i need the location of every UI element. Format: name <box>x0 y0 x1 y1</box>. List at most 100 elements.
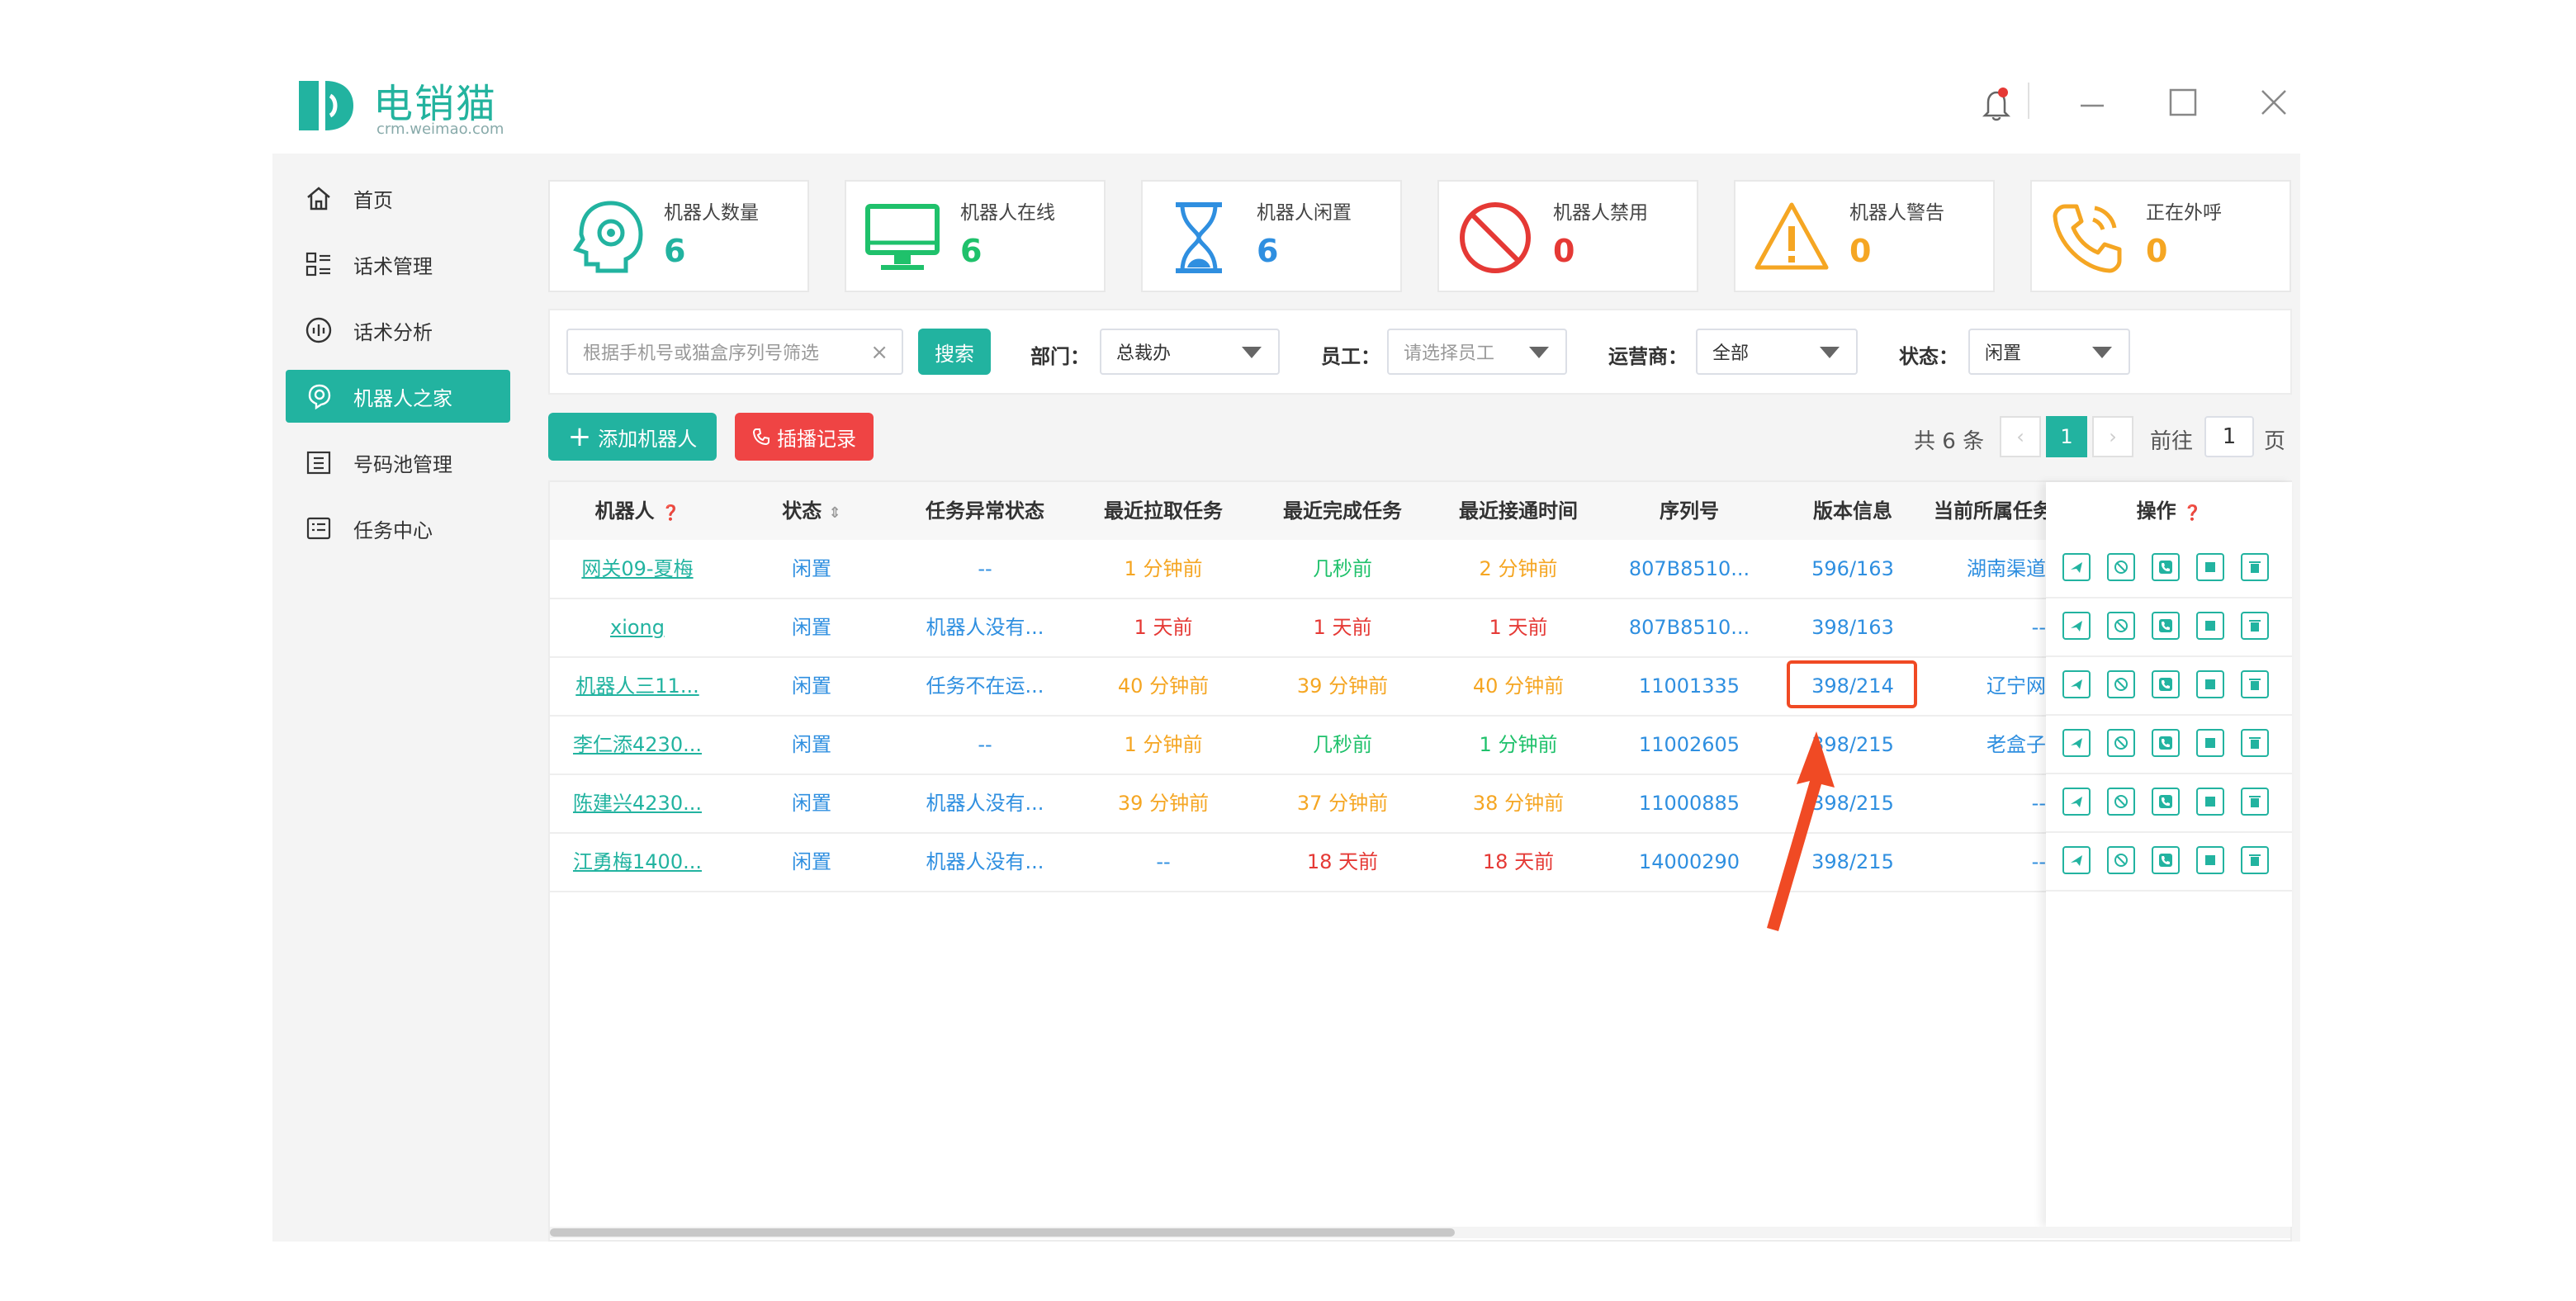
sort-icon[interactable]: ⇕ <box>829 504 841 522</box>
header-status[interactable]: 状态 ⇕ <box>725 482 898 540</box>
stop-icon[interactable] <box>2196 846 2224 874</box>
send-icon[interactable] <box>2062 788 2091 816</box>
cell-serial: 11002605 <box>1638 733 1740 756</box>
header-last-connect: 最近接通时间 <box>1459 499 1578 523</box>
stat-value: 6 <box>664 233 686 269</box>
delete-icon[interactable] <box>2241 612 2269 640</box>
header-label: 状态 <box>782 499 822 523</box>
staff-select[interactable]: 请选择员工 <box>1387 329 1567 375</box>
send-icon[interactable] <box>2062 612 2091 640</box>
header-last-done: 最近完成任务 <box>1283 499 1402 523</box>
maximize-icon[interactable] <box>2166 86 2200 119</box>
stat-label: 机器人禁用 <box>1553 202 1648 224</box>
number-pool-icon <box>302 446 335 479</box>
cell-last-done: 几秒前 <box>1313 733 1372 756</box>
cell-robot[interactable]: 江勇梅1400... <box>550 833 725 891</box>
sidebar: 首页 话术管理 话术分析 机器人之家 号码池管理 任务中心 <box>272 154 523 1242</box>
call-icon[interactable] <box>2152 729 2180 757</box>
delete-icon[interactable] <box>2241 670 2269 698</box>
stop-icon[interactable] <box>2196 612 2224 640</box>
clear-search-icon[interactable]: × <box>870 340 888 365</box>
stat-label: 机器人数量 <box>664 202 759 224</box>
delete-icon[interactable] <box>2241 553 2269 581</box>
sidebar-item-robot-home[interactable]: 机器人之家 <box>286 370 510 423</box>
cell-robot[interactable]: 李仁添4230... <box>550 716 725 774</box>
call-icon[interactable] <box>2152 612 2180 640</box>
robot-home-icon <box>302 380 335 413</box>
cell-last-pull: 39 分钟前 <box>1117 792 1210 815</box>
sidebar-item-script-analysis[interactable]: 话术分析 <box>286 304 510 357</box>
status-label: 状态： <box>1899 345 1958 368</box>
carrier-select[interactable]: 全部 <box>1696 329 1858 375</box>
disable-icon[interactable] <box>2107 553 2135 581</box>
call-record-label: 插播记录 <box>777 427 856 451</box>
send-icon[interactable] <box>2062 846 2091 874</box>
cell-serial: 11001335 <box>1638 674 1740 698</box>
page-suffix: 页 <box>2264 429 2286 454</box>
stop-icon[interactable] <box>2196 729 2224 757</box>
cell-last-pull: 1 分钟前 <box>1124 557 1203 580</box>
dept-select[interactable]: 总裁办 <box>1100 329 1280 375</box>
search-input[interactable]: 根据手机号或猫盒序列号筛选 × <box>566 329 903 375</box>
send-icon[interactable] <box>2062 729 2091 757</box>
send-icon[interactable] <box>2062 553 2091 581</box>
sidebar-item-label: 话术管理 <box>353 254 433 278</box>
cell-robot[interactable]: 陈建兴4230... <box>550 774 725 832</box>
carrier-value: 全部 <box>1712 343 1750 364</box>
stat-value: 0 <box>1849 233 1872 269</box>
search-button[interactable]: 搜索 <box>918 329 991 375</box>
cell-status: 闲置 <box>792 557 831 580</box>
cell-last-done: 18 天前 <box>1306 850 1379 873</box>
call-icon[interactable] <box>2152 788 2180 816</box>
next-page-icon[interactable]: › <box>2092 416 2133 457</box>
stop-icon[interactable] <box>2196 788 2224 816</box>
cell-version: 596/163 <box>1811 557 1894 580</box>
cell-status: 闲置 <box>792 616 831 639</box>
sidebar-item-number-pool[interactable]: 号码池管理 <box>286 436 510 489</box>
horizontal-scrollbar-thumb[interactable] <box>550 1228 1455 1237</box>
status-select[interactable]: 闲置 <box>1968 329 2130 375</box>
cell-robot[interactable]: xiong <box>550 598 725 656</box>
cell-robot[interactable]: 机器人三11... <box>550 657 725 715</box>
ops-row-divider <box>2046 831 2292 833</box>
delete-icon[interactable] <box>2241 729 2269 757</box>
disable-icon[interactable] <box>2107 729 2135 757</box>
add-robot-button[interactable]: + 添加机器人 <box>548 413 717 461</box>
disable-icon[interactable] <box>2107 846 2135 874</box>
close-icon[interactable] <box>2257 86 2290 119</box>
call-icon[interactable] <box>2152 846 2180 874</box>
page-1-button[interactable]: 1 <box>2046 416 2087 457</box>
delete-icon[interactable] <box>2241 788 2269 816</box>
cell-robot[interactable]: 网关09-夏梅 <box>550 540 725 598</box>
task-center-icon <box>302 512 335 545</box>
disable-icon[interactable] <box>2107 788 2135 816</box>
header-robot[interactable]: 机器人 ❓ <box>550 482 725 540</box>
cell-status: 闲置 <box>792 792 831 815</box>
goto-page-input[interactable]: 1 <box>2204 416 2254 457</box>
prev-page-icon[interactable]: ‹ <box>2000 416 2041 457</box>
stop-icon[interactable] <box>2196 553 2224 581</box>
sidebar-item-home[interactable]: 首页 <box>286 172 510 225</box>
stop-icon[interactable] <box>2196 670 2224 698</box>
ban-icon <box>1460 202 1531 273</box>
cell-task-error: -- <box>978 557 992 580</box>
table-row: 网关09-夏梅 闲置 -- 1 分钟前 几秒前 2 分钟前 807B8510... 596/1… <box>550 540 2290 599</box>
call-icon[interactable] <box>2152 670 2180 698</box>
cell-task-error: 任务不在运... <box>926 674 1044 698</box>
disable-icon[interactable] <box>2107 670 2135 698</box>
stat-label: 机器人闲置 <box>1257 202 1352 224</box>
call-icon[interactable] <box>2152 553 2180 581</box>
send-icon[interactable] <box>2062 670 2091 698</box>
sidebar-item-script-management[interactable]: 话术管理 <box>286 238 510 291</box>
app-logo-icon <box>294 74 357 137</box>
staff-placeholder: 请选择员工 <box>1404 343 1495 364</box>
highlight-box <box>1787 660 1917 708</box>
minimize-icon[interactable] <box>2076 86 2109 119</box>
sidebar-item-task-center[interactable]: 任务中心 <box>286 502 510 555</box>
header-serial: 序列号 <box>1660 499 1719 523</box>
cell-last-connect: 18 天前 <box>1482 850 1555 873</box>
delete-icon[interactable] <box>2241 846 2269 874</box>
disable-icon[interactable] <box>2107 612 2135 640</box>
call-record-button[interactable]: 插播记录 <box>735 413 874 461</box>
notification-bell-icon[interactable] <box>1980 86 2013 122</box>
